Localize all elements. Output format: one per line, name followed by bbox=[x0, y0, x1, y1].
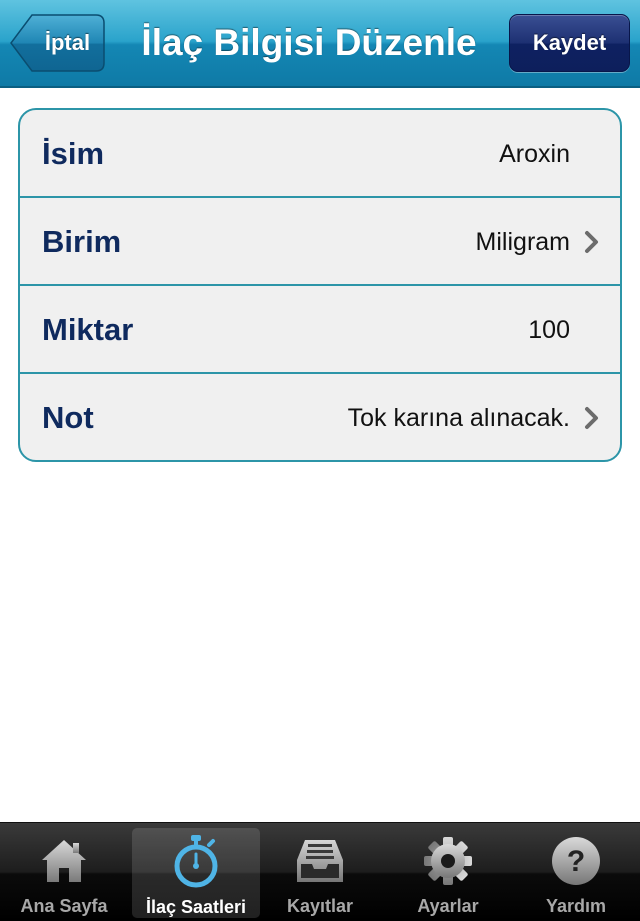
tab-home-label: Ana Sayfa bbox=[20, 896, 108, 916]
gear-icon bbox=[424, 837, 472, 885]
tab-records-label: Kayıtlar bbox=[286, 896, 354, 916]
tab-help[interactable]: ? Yardım bbox=[512, 823, 640, 921]
svg-text:?: ? bbox=[567, 845, 585, 878]
unit-value: Miligram bbox=[475, 227, 570, 256]
tab-settings-label: Ayarlar bbox=[417, 896, 479, 916]
tab-medication-times[interactable]: İlaç Saatleri bbox=[132, 828, 260, 918]
cancel-button-label: İptal bbox=[44, 30, 91, 55]
tab-bar: Ana Sayfa İlaç Saatleri Kayıtlar Ayarlar… bbox=[0, 822, 640, 921]
note-label: Not bbox=[42, 400, 94, 435]
amount-row[interactable]: Miktar 100 bbox=[20, 286, 620, 374]
amount-value[interactable]: 100 bbox=[528, 286, 570, 374]
medication-form-table: İsim Aroxin Birim Miligram Miktar 100 No… bbox=[18, 108, 622, 462]
name-row[interactable]: İsim Aroxin bbox=[20, 110, 620, 198]
note-row[interactable]: Not Tok karına alınacak. bbox=[20, 374, 620, 460]
archive-tray-icon bbox=[297, 840, 343, 882]
help-icon: ? bbox=[552, 837, 600, 885]
chevron-right-icon bbox=[585, 407, 598, 429]
tab-medication-times-label: İlaç Saatleri bbox=[145, 897, 247, 917]
unit-row[interactable]: Birim Miligram bbox=[20, 198, 620, 286]
tab-home[interactable]: Ana Sayfa bbox=[0, 823, 128, 921]
home-icon bbox=[42, 840, 86, 882]
cancel-button[interactable]: İptal bbox=[10, 14, 105, 72]
name-value[interactable]: Aroxin bbox=[499, 110, 570, 198]
chevron-right-icon bbox=[585, 231, 598, 253]
tab-records[interactable]: Kayıtlar bbox=[256, 823, 384, 921]
navigation-bar: İptal İlaç Bilgisi Düzenle Kaydet bbox=[0, 0, 640, 88]
save-button[interactable]: Kaydet bbox=[509, 14, 630, 72]
tab-help-label: Yardım bbox=[545, 896, 607, 916]
amount-label: Miktar bbox=[42, 312, 134, 347]
tab-settings[interactable]: Ayarlar bbox=[384, 823, 512, 921]
name-label: İsim bbox=[42, 136, 105, 171]
stopwatch-icon bbox=[174, 835, 218, 888]
page-title: İlaç Bilgisi Düzenle bbox=[141, 22, 477, 63]
note-value: Tok karına alınacak. bbox=[347, 403, 570, 432]
unit-label: Birim bbox=[42, 224, 122, 259]
